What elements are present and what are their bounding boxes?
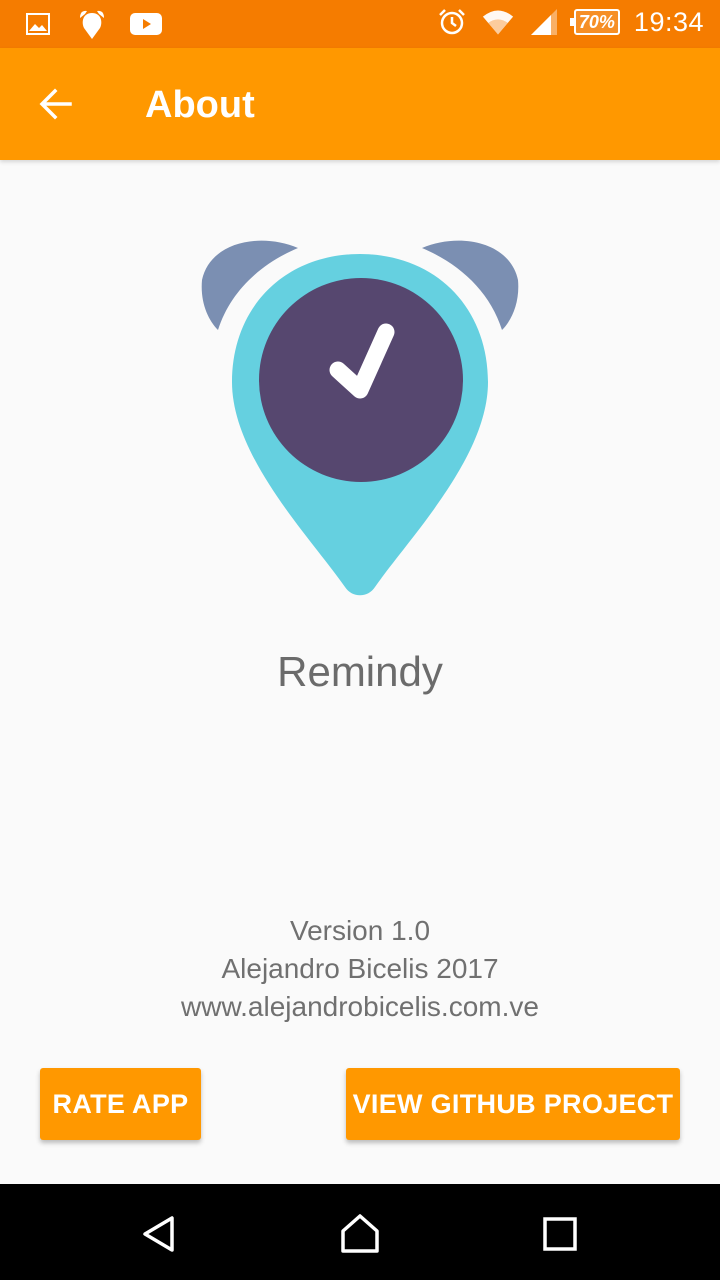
system-icons: 70% 19:34 <box>436 6 704 38</box>
nav-back-button[interactable] <box>130 1204 190 1264</box>
app-name: Remindy <box>277 648 443 695</box>
arrow-back-icon <box>39 88 72 120</box>
nav-recents-button[interactable] <box>530 1204 590 1264</box>
rate-app-button[interactable]: RATE APP <box>40 1068 201 1140</box>
app-logo <box>200 232 520 602</box>
navigation-bar <box>0 1184 720 1280</box>
back-triangle-icon <box>143 1216 174 1252</box>
website-link[interactable]: www.alejandrobicelis.com.ve <box>0 988 720 1026</box>
signal-icon <box>528 6 560 38</box>
status-time: 19:34 <box>633 6 704 37</box>
notification-icons <box>22 8 162 40</box>
page-title: About <box>145 84 255 126</box>
battery-indicator: 70% <box>569 9 620 35</box>
app-info: Version 1.0 Alejandro Bicelis 2017 www.a… <box>0 912 720 1026</box>
wifi-icon <box>482 6 514 38</box>
app-bar: About <box>0 48 720 160</box>
author-text: Alejandro Bicelis 2017 <box>221 953 499 984</box>
view-github-project-button[interactable]: VIEW GITHUB PROJECT <box>346 1068 680 1140</box>
youtube-icon <box>130 8 162 40</box>
gallery-icon <box>22 8 54 40</box>
back-button[interactable] <box>24 72 88 136</box>
alarm-app-icon <box>76 8 108 40</box>
recents-icon <box>543 1217 577 1251</box>
alarm-clock-icon <box>436 6 468 38</box>
home-icon <box>341 1214 379 1253</box>
version-text: Version 1.0 <box>289 915 431 946</box>
status-bar: 70% 19:34 <box>0 0 720 48</box>
nav-home-button[interactable] <box>330 1204 390 1264</box>
